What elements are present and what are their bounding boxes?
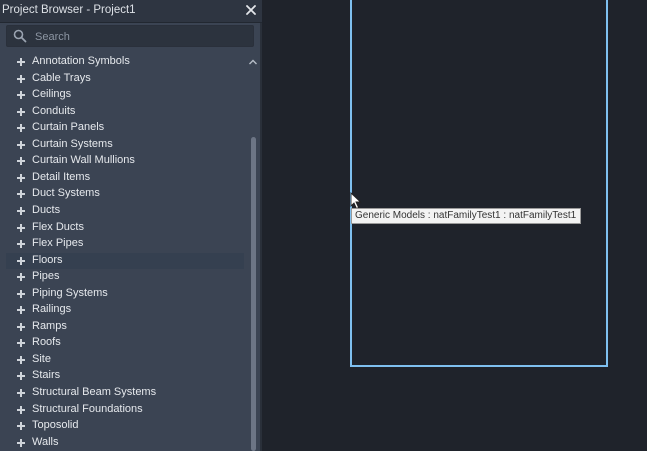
project-browser-panel: Project Browser - Project1 Annotation Sy… — [0, 0, 262, 451]
plus-icon[interactable] — [17, 422, 25, 431]
chevron-up-icon[interactable] — [248, 54, 258, 65]
tree-item-label: Floors — [32, 253, 63, 266]
browser-tree-item[interactable]: Piping Systems — [6, 286, 244, 302]
plus-icon[interactable] — [17, 355, 25, 364]
browser-tree: Annotation Symbols Cable Trays Ceilings Con… — [0, 52, 246, 451]
browser-tree-item[interactable]: Curtain Systems — [6, 137, 244, 153]
tree-item-label: Toposolid — [32, 419, 79, 432]
plus-icon[interactable] — [17, 256, 25, 265]
browser-tree-item[interactable]: Ceilings — [6, 87, 244, 103]
tree-item-label: Pipes — [32, 270, 60, 283]
browser-tree-item[interactable]: Flex Pipes — [6, 236, 244, 252]
tree-item-label: Flex Pipes — [32, 237, 84, 250]
plus-icon[interactable] — [17, 74, 25, 83]
browser-tree-item[interactable]: Roofs — [6, 335, 244, 351]
plus-icon[interactable] — [17, 58, 25, 66]
tree-item-label: Site — [32, 352, 51, 365]
tree-item-label: Duct Systems — [32, 187, 100, 200]
browser-tree-item[interactable]: Stairs — [6, 368, 244, 384]
browser-tree-item[interactable]: Structural Beam Systems — [6, 385, 244, 401]
plus-icon[interactable] — [17, 173, 25, 182]
generic-model-element[interactable] — [350, 0, 608, 367]
search-icon — [13, 29, 27, 43]
tree-item-label: Curtain Wall Mullions — [32, 154, 135, 167]
browser-tree-item[interactable]: Railings — [6, 302, 244, 318]
tree-item-label: Roofs — [32, 336, 61, 349]
plus-icon[interactable] — [17, 322, 25, 331]
plus-icon[interactable] — [17, 190, 25, 199]
tree-item-label: Curtain Panels — [32, 121, 105, 134]
plus-icon[interactable] — [17, 157, 25, 166]
plus-icon[interactable] — [17, 124, 25, 133]
plus-icon[interactable] — [17, 107, 25, 116]
browser-tree-item[interactable]: Flex Ducts — [6, 220, 244, 236]
tree-item-label: Piping Systems — [32, 286, 108, 299]
plus-icon[interactable] — [17, 223, 25, 232]
search-box[interactable] — [6, 25, 254, 47]
tree-item-label: Ramps — [32, 319, 67, 332]
browser-tree-item[interactable]: Walls — [6, 435, 244, 451]
browser-tree-item[interactable]: Ramps — [6, 319, 244, 335]
browser-tree-item[interactable]: Duct Systems — [6, 186, 244, 202]
tree-item-label: Annotation Symbols — [32, 55, 130, 67]
plus-icon[interactable] — [17, 389, 25, 397]
plus-icon[interactable] — [17, 273, 25, 282]
tree-item-label: Ceilings — [32, 88, 72, 101]
tree-item-label: Cable Trays — [32, 71, 91, 84]
browser-tree-item[interactable]: Structural Foundations — [6, 402, 244, 418]
tree-item-label: Detail Items — [32, 170, 91, 183]
project-browser-titlebar: Project Browser - Project1 — [0, 0, 262, 23]
tree-item-label: Ducts — [32, 203, 61, 216]
browser-tree-item[interactable]: Ducts — [6, 203, 244, 219]
tree-item-label: Flex Ducts — [32, 220, 84, 233]
plus-icon[interactable] — [17, 206, 25, 215]
browser-tree-item[interactable]: Conduits — [6, 104, 244, 120]
browser-tree-item[interactable]: Annotation Symbols — [6, 54, 244, 70]
browser-tree-item[interactable]: Cable Trays — [6, 71, 244, 87]
browser-tree-item[interactable]: Toposolid — [6, 418, 244, 434]
browser-tree-item[interactable]: Detail Items — [6, 170, 244, 186]
plus-icon[interactable] — [17, 91, 25, 100]
browser-tree-item[interactable]: Pipes — [6, 269, 244, 285]
tree-item-label: Walls — [32, 435, 59, 448]
element-tooltip: Generic Models : natFamilyTest1 : natFam… — [351, 208, 582, 224]
close-icon[interactable] — [244, 3, 258, 17]
tree-item-label: Stairs — [32, 369, 61, 382]
browser-tree-item[interactable]: Curtain Panels — [6, 120, 244, 136]
search-input[interactable] — [33, 28, 247, 46]
plus-icon[interactable] — [17, 240, 25, 249]
plus-icon[interactable] — [17, 372, 25, 381]
browser-tree-item[interactable]: Site — [6, 352, 244, 368]
plus-icon[interactable] — [17, 140, 25, 149]
browser-tree-item[interactable]: Curtain Wall Mullions — [6, 153, 244, 169]
plus-icon[interactable] — [17, 306, 25, 315]
tree-item-label: Curtain Systems — [32, 137, 113, 150]
plus-icon[interactable] — [17, 289, 25, 298]
vertical-scrollbar[interactable] — [246, 52, 260, 451]
plus-icon[interactable] — [17, 438, 25, 447]
tree-item-label: Conduits — [32, 104, 76, 117]
plus-icon[interactable] — [17, 339, 25, 348]
scrollbar-thumb[interactable] — [251, 137, 256, 451]
tree-item-label: Structural Beam Systems — [32, 386, 157, 398]
tree-item-label: Structural Foundations — [32, 402, 143, 415]
plus-icon[interactable] — [17, 405, 25, 414]
tree-item-label: Railings — [32, 303, 72, 316]
panel-title: Project Browser - Project1 — [2, 4, 136, 16]
browser-tree-item[interactable]: Floors — [6, 252, 244, 269]
drawing-canvas[interactable]: Generic Models : natFamilyTest1 : natFam… — [262, 0, 647, 451]
